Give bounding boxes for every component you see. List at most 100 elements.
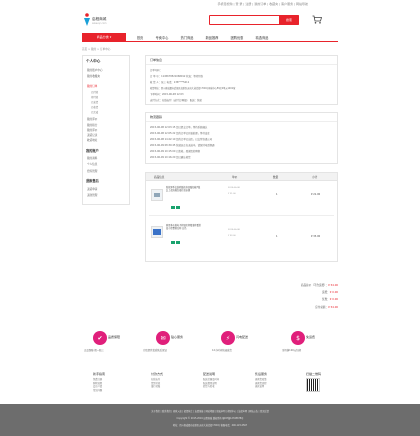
nav-store-center[interactable]: 专卖中心 bbox=[152, 33, 172, 41]
product-date: 2015-06-08 bbox=[228, 187, 240, 189]
sidebar-item-addresses[interactable]: 收货地址 bbox=[87, 138, 97, 142]
top-links[interactable]: 手机轻松购 | 登 录 | 注册 | 我的订单 | 收藏夹 | 客户服务 | 网… bbox=[218, 2, 308, 6]
summary-value: ¥ 54.00 bbox=[328, 284, 338, 287]
footer-col-qr: 扫描二维码 bbox=[306, 372, 336, 392]
footer-link[interactable]: 银行转账 bbox=[151, 385, 181, 389]
product-subtotal: ¥ 33.00 bbox=[311, 235, 321, 238]
qr-code-icon bbox=[306, 378, 320, 392]
col-subtotal: 小计 bbox=[312, 176, 318, 179]
sidebar-sub-paid[interactable]: 已付款 bbox=[91, 90, 98, 94]
chat-icon: ✉ bbox=[156, 331, 170, 345]
order-info-title: 订单信息 bbox=[150, 58, 163, 62]
footer-col-title: 新手指南 bbox=[93, 372, 106, 376]
site-logo[interactable]: 启程商城 www.qc.com bbox=[82, 13, 110, 29]
col-qty: 数量 bbox=[273, 176, 279, 179]
nav-divider bbox=[82, 41, 338, 42]
nav-new-products[interactable]: 新品推荐 bbox=[201, 33, 223, 41]
sidebar-item-refunds[interactable]: 退款管理 bbox=[87, 193, 97, 197]
summary-payable: 应付总额：¥ 54.00 bbox=[315, 305, 338, 309]
footer-links[interactable]: 关于我们 | 联系我们 | 商家入驻 | 招贤纳士 | 友情链接 | 网站地图 … bbox=[0, 409, 420, 413]
summary-label: 商品总价（不含运费）： bbox=[300, 284, 329, 287]
logistics-row: 2015-06-08 12:05:22 您的订单已开始处理，等待出库 bbox=[150, 132, 210, 135]
logo-icon bbox=[84, 13, 90, 26]
all-categories-button[interactable]: 商品分类 ▾ bbox=[82, 33, 126, 41]
footer-link[interactable]: 常见问题 bbox=[93, 389, 123, 393]
feature-sub: 全场满100元包邮 bbox=[282, 349, 301, 352]
product-name[interactable]: 家用多功能电子秤厨房秤精准称重烘焙小型食物克称 白色 bbox=[166, 224, 202, 230]
feature-sub: 12小时内快速发货 bbox=[212, 349, 232, 352]
logo-sub: www.qc.com bbox=[92, 22, 107, 25]
order-info-row: 订单号码： bbox=[150, 69, 162, 72]
logistics-row: 2015-06-09 10:16:20 您已确认收货 bbox=[150, 156, 191, 159]
order-info-row: 收 货 人：张三 电话：136****5211 bbox=[150, 81, 190, 84]
footer-col-title: 配送说明 bbox=[203, 372, 216, 376]
nav-group-buy[interactable]: 团购优惠 bbox=[226, 33, 248, 41]
footer-col-payment: 付款方式 在线支付 货到付款 银行转账 bbox=[151, 372, 181, 389]
review-button[interactable] bbox=[171, 241, 175, 244]
sidebar-item-favorites[interactable]: 我的收藏夹 bbox=[87, 74, 100, 78]
nav-home[interactable]: 首页 bbox=[130, 33, 150, 41]
return-button[interactable] bbox=[176, 241, 180, 244]
search-button[interactable]: 搜索 bbox=[279, 15, 299, 25]
row-divider bbox=[149, 215, 334, 216]
order-info-row: 下单时间：2015-06-08 12:03 bbox=[150, 93, 184, 96]
sidebar-item-password[interactable]: 密码管理 bbox=[87, 169, 97, 173]
sidebar-sub-shipped[interactable]: 已发货 bbox=[91, 100, 98, 104]
feature-sub: 正品保障 假一赔三 bbox=[84, 349, 104, 352]
sidebar-sub-received[interactable]: 已收货 bbox=[91, 105, 98, 109]
footer-link[interactable]: 退款说明 bbox=[255, 385, 285, 389]
product-qty: 1 bbox=[276, 193, 278, 196]
product-subtotal: ¥ 21.00 bbox=[311, 193, 321, 196]
sidebar-sub-unpaid[interactable]: 待付款 bbox=[91, 95, 98, 99]
logistics-row: 2015-06-08 14:22:10 您的订单已出库，已交付快递公司 bbox=[150, 138, 213, 141]
sidebar-item-account-center[interactable]: 我的账户中心 bbox=[87, 68, 103, 72]
table-header: 商品信息 单价 数量 小计 bbox=[146, 173, 337, 181]
summary-value: ¥ 54.00 bbox=[328, 306, 338, 309]
divider bbox=[146, 64, 337, 65]
product-thumbnail[interactable] bbox=[151, 189, 163, 201]
sidebar-item-my-reviews[interactable]: 我的评价 bbox=[87, 117, 97, 121]
sidebar-sub-completed[interactable]: 已完成 bbox=[91, 110, 98, 114]
sidebar-item-returns[interactable]: 退货记录 bbox=[87, 133, 97, 137]
sidebar-item-profile[interactable]: 我的资料 bbox=[87, 156, 97, 160]
divider bbox=[146, 121, 337, 122]
logistics-panel: 物流跟踪 2015-06-08 12:03:15 您已提交订单，等待系统确认 2… bbox=[145, 112, 338, 164]
order-info-row: 订 单 号：1145678521068012 状态：等待付款 bbox=[150, 75, 203, 78]
sidebar-item-my-orders[interactable]: 我的订单 bbox=[87, 84, 97, 88]
image-icon bbox=[153, 229, 161, 235]
summary-label: 应付总额： bbox=[315, 306, 329, 309]
product-name[interactable]: 新款夏季女装韩版修身显瘦短袖T恤女上衣纯棉百搭打底衫潮 bbox=[166, 186, 202, 192]
feature-quality: ✔ 品质保障 正品保障 假一赔三 bbox=[72, 331, 132, 355]
feature-sub: 为您提供优质售后保证 bbox=[143, 349, 167, 352]
sidebar-account-title: 我的账户 bbox=[86, 149, 99, 153]
sidebar-item-personal-info[interactable]: 个人信息 bbox=[87, 162, 97, 166]
footer-col-title: 售后服务 bbox=[255, 372, 268, 376]
summary-shipping: 运费：¥ 0.00 bbox=[322, 290, 338, 294]
sidebar-item-reviews[interactable]: 我的评价 bbox=[87, 128, 97, 132]
footer-col-title: 扫描二维码 bbox=[306, 372, 322, 376]
sidebar-aftersale-title: 退款售后 bbox=[86, 179, 99, 183]
sidebar-item-return-apply[interactable]: 退货申请 bbox=[87, 187, 97, 191]
summary-goods-total: 商品总价（不含运费）：¥ 54.00 bbox=[301, 283, 338, 287]
nav-hot-products[interactable]: 热门商品 bbox=[176, 33, 198, 41]
order-info-panel: 订单信息 订单号码： 订 单 号：1145678521068012 状态：等待付… bbox=[145, 55, 338, 105]
review-button[interactable] bbox=[171, 206, 175, 209]
footer-address: 地址：四川省成都市高新区天府大道北段1700号 客服电话：400-123-456… bbox=[172, 424, 248, 427]
truck-icon: $ bbox=[291, 331, 305, 345]
return-button[interactable] bbox=[176, 206, 180, 209]
sidebar-title: 个人中心 bbox=[86, 59, 101, 63]
nav-featured[interactable]: 精选商品 bbox=[251, 33, 273, 41]
logistics-row: 2015-06-09 08:30:45 快递员正在派送中，请保持电话畅通 bbox=[150, 144, 215, 147]
product-thumbnail[interactable] bbox=[151, 226, 163, 238]
sidebar-item-points[interactable]: 我的积分 bbox=[87, 123, 97, 127]
image-icon bbox=[154, 193, 160, 197]
product-price: ¥ 21.00 bbox=[228, 193, 236, 195]
logistics-row: 2015-06-08 12:03:15 您已提交订单，等待系统确认 bbox=[150, 126, 208, 129]
footer-col-delivery: 配送说明 配送范围及时间 配送费用说明 验货与签收 bbox=[203, 372, 233, 389]
footer-link[interactable]: 验货与签收 bbox=[203, 385, 233, 389]
cart-icon[interactable] bbox=[312, 15, 322, 24]
summary-discount: 优惠：¥ 0.00 bbox=[322, 297, 338, 301]
footer-col-guide: 新手指南 免费注册 购物流程 会员介绍 常见问题 bbox=[93, 372, 123, 392]
bag-icon: ✔ bbox=[93, 331, 107, 345]
product-qty: 1 bbox=[276, 235, 278, 238]
